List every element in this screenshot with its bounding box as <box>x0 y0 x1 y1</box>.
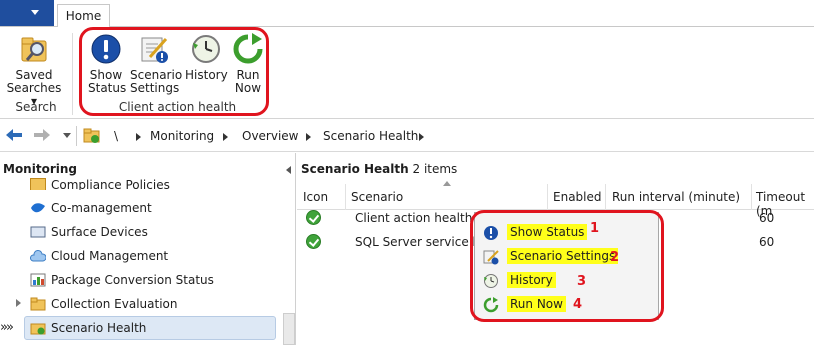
surface-devices-icon <box>30 226 46 238</box>
scenario-settings-button[interactable]: Scenario Settings <box>130 33 182 95</box>
scenario-health-icon <box>30 323 46 335</box>
address-bar: \ Monitoring Overview Scenario Health <box>0 120 814 152</box>
column-header-scenario[interactable]: Scenario <box>351 190 403 204</box>
item-count: 2 items <box>412 162 458 176</box>
saved-searches-button[interactable]: Saved Searches ▾ <box>6 33 62 108</box>
nav-item-cloud-management[interactable]: Cloud Management <box>30 245 168 267</box>
nav-item-label: Co-management <box>51 201 152 215</box>
breadcrumb-separator[interactable] <box>419 133 424 141</box>
pane-title-text: Scenario Health <box>301 162 409 176</box>
breadcrumb-separator[interactable] <box>136 133 141 141</box>
chart-icon <box>30 273 46 287</box>
back-arrow-icon[interactable] <box>4 127 24 143</box>
settings-edit-icon <box>141 37 168 63</box>
co-management-icon <box>31 203 45 213</box>
sort-ascending-icon <box>443 181 451 186</box>
ribbon: Saved Searches ▾ Search Show Status Scenar… <box>0 27 814 119</box>
tab-home[interactable]: Home <box>57 4 110 28</box>
nav-item-label: Cloud Management <box>51 249 169 263</box>
nav-item-collection-evaluation[interactable]: Collection Evaluation <box>30 293 178 315</box>
nav-scrollbar[interactable] <box>283 313 295 345</box>
nav-item-surface-devices[interactable]: Surface Devices <box>30 221 148 243</box>
breadcrumb-scenario-health[interactable]: Scenario Health <box>323 129 418 143</box>
run-now-label-2: Now <box>234 81 262 95</box>
navigation-pane: Monitoring Compliance Policies Co-manage… <box>0 153 296 345</box>
breadcrumb-overview[interactable]: Overview <box>242 129 299 143</box>
column-header-enabled[interactable]: Enabled <box>553 190 602 204</box>
scenario-settings-label-1: Scenario <box>130 68 183 82</box>
scenario-health-folder-icon <box>83 128 100 143</box>
run-now-label-1: Run <box>236 68 260 82</box>
nav-item-label: Compliance Policies <box>51 178 170 190</box>
history-label: History <box>185 68 228 82</box>
show-status-label-1: Show <box>89 68 123 82</box>
ok-check-icon <box>306 210 321 225</box>
history-dropdown-icon[interactable] <box>63 133 71 138</box>
nav-item-package-conversion-status[interactable]: Package Conversion Status <box>30 269 214 291</box>
pane-title: Scenario Health 2 items <box>301 162 457 176</box>
breadcrumb-monitoring[interactable]: Monitoring <box>150 129 214 143</box>
history-clock-icon <box>192 35 220 63</box>
expand-icon[interactable] <box>16 299 21 307</box>
column-header-run-interval[interactable]: Run interval (minute) <box>612 190 740 204</box>
nav-item-scenario-health[interactable]: Scenario Health <box>30 317 146 339</box>
timeout-cell: 60 <box>759 211 775 225</box>
breadcrumb-separator[interactable] <box>223 133 228 141</box>
saved-searches-icon <box>21 37 47 62</box>
timeout-cell: 60 <box>759 235 775 249</box>
column-header-icon[interactable]: Icon <box>303 190 328 204</box>
show-status-label-2: Status <box>88 81 127 95</box>
double-chevron-icon[interactable]: »» <box>0 320 14 338</box>
run-now-button[interactable]: Run Now <box>231 33 265 95</box>
scenario-settings-label-2: Settings <box>130 81 180 95</box>
forward-arrow-icon[interactable] <box>32 127 52 143</box>
nav-item-compliance-policies[interactable]: Compliance Policies <box>30 178 170 190</box>
annotation-box-menu <box>470 210 664 322</box>
nav-item-label: Scenario Health <box>51 321 147 335</box>
ribbon-tab-bar: Home <box>0 0 814 28</box>
nav-item-label: Collection Evaluation <box>51 297 178 311</box>
compliance-icon <box>30 178 46 190</box>
file-menu-button[interactable] <box>0 0 54 26</box>
nav-item-co-management[interactable]: Co-management <box>30 197 152 219</box>
show-status-button[interactable]: Show Status <box>88 33 127 95</box>
scenario-cell: Client action health <box>355 211 473 225</box>
refresh-run-icon <box>233 33 263 64</box>
search-group-label: Search <box>15 100 57 114</box>
info-status-icon <box>91 34 121 64</box>
ok-check-icon <box>306 234 321 249</box>
collapse-pane-icon[interactable] <box>286 166 291 174</box>
client-action-group-label: Client action health <box>118 100 237 114</box>
address-divider <box>76 126 77 146</box>
breadcrumb-separator[interactable] <box>306 133 311 141</box>
nav-item-label: Package Conversion Status <box>51 273 214 287</box>
saved-searches-label-1: Saved <box>15 68 53 82</box>
history-button[interactable]: History <box>185 33 228 82</box>
cloud-icon <box>30 250 46 262</box>
chevron-down-icon <box>31 10 39 15</box>
folder-icon <box>30 297 46 311</box>
nav-title: Monitoring <box>3 162 77 176</box>
group-divider <box>72 33 73 115</box>
nav-item-label: Surface Devices <box>51 225 148 239</box>
breadcrumb-root[interactable]: \ <box>114 129 118 143</box>
